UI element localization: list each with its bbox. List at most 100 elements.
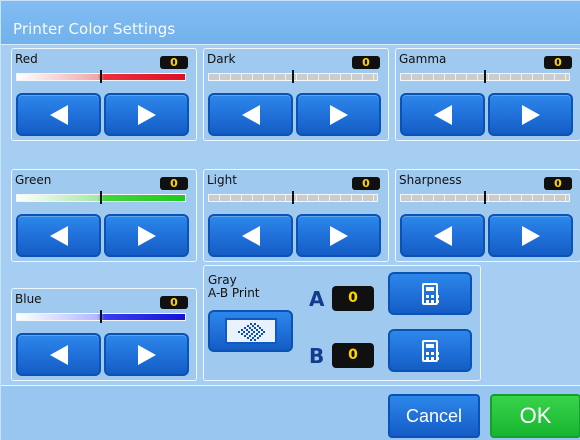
green-value: 0 — [160, 177, 188, 190]
gamma-control-panel: Gamma 0 — [395, 48, 580, 141]
pattern-dot — [257, 331, 260, 333]
blue-label: Blue — [15, 292, 42, 306]
light-control-panel: Light 0 — [203, 169, 389, 262]
dark-slider-thumb[interactable] — [292, 70, 294, 83]
blue-control-panel: Blue 0 — [11, 288, 197, 381]
green-label: Green — [15, 173, 52, 187]
gamma-value: 0 — [544, 56, 572, 69]
sharpness-value: 0 — [544, 177, 572, 190]
calculator-key — [426, 299, 429, 303]
red-value: 0 — [160, 56, 188, 69]
pattern-dot — [260, 333, 263, 335]
gamma-label: Gamma — [399, 52, 447, 66]
red-control-panel: Red 0 — [11, 48, 197, 141]
right-arrow-icon — [521, 104, 540, 125]
calculator-key — [426, 351, 429, 355]
gray-label-line1: Gray — [208, 273, 237, 287]
pattern-dot — [252, 331, 255, 333]
blue-value: 0 — [160, 296, 188, 309]
sharpness-increase-button[interactable] — [488, 214, 573, 257]
calculator-key — [436, 356, 439, 360]
dialog-footer: Cancel OK — [1, 385, 580, 440]
gamma-increase-button[interactable] — [488, 93, 573, 136]
pattern-dot — [237, 331, 240, 333]
pattern-dot — [249, 339, 252, 341]
left-arrow-icon — [49, 104, 68, 125]
pattern-dot — [248, 335, 251, 337]
calculator-key — [431, 351, 434, 355]
pattern-dot — [253, 335, 256, 337]
settings-content: Red 0 Dark 0 Gamma 0 Green 0 Light 0 Sha… — [1, 45, 580, 385]
gray-ab-print-panel: Gray A-B Print A 0 B 0 — [203, 265, 481, 381]
window-title: Printer Color Settings — [13, 20, 176, 38]
ok-button[interactable]: OK — [490, 394, 580, 438]
blue-increase-button[interactable] — [104, 333, 189, 376]
pattern-dot — [242, 331, 245, 333]
left-arrow-icon — [241, 104, 260, 125]
red-increase-button[interactable] — [104, 93, 189, 136]
left-arrow-icon — [241, 225, 260, 246]
cancel-button[interactable]: Cancel — [388, 394, 480, 438]
pattern-dot — [262, 331, 265, 333]
pattern-dot — [243, 335, 246, 337]
calculator-key — [436, 351, 439, 355]
pattern-dot — [253, 339, 256, 341]
a-label: A — [309, 287, 325, 311]
gamma-slider-thumb[interactable] — [484, 70, 486, 83]
gamma-decrease-button[interactable] — [400, 93, 485, 136]
pattern-dot — [256, 337, 259, 339]
printer-color-settings-window: Printer Color Settings Red 0 Dark 0 Gamm… — [0, 0, 580, 440]
gray-ab-print-button[interactable] — [208, 310, 293, 352]
green-control-panel: Green 0 — [11, 169, 197, 262]
gray-label-line2: A-B Print — [208, 286, 260, 300]
sharpness-slider-thumb[interactable] — [484, 191, 486, 204]
calculator-key — [436, 294, 439, 298]
a-calculator-button[interactable] — [388, 272, 472, 315]
calculator-icon — [422, 339, 439, 362]
gray-ab-print-label: Gray A-B Print — [208, 274, 260, 300]
green-decrease-button[interactable] — [16, 214, 101, 257]
pattern-dot — [250, 333, 253, 335]
dark-value: 0 — [352, 56, 380, 69]
right-arrow-icon — [137, 344, 156, 365]
right-arrow-icon — [137, 104, 156, 125]
title-bar: Printer Color Settings — [1, 1, 580, 45]
red-decrease-button[interactable] — [16, 93, 101, 136]
right-arrow-icon — [329, 104, 348, 125]
calculator-key — [431, 294, 434, 298]
light-slider-thumb[interactable] — [292, 191, 294, 204]
calculator-key — [431, 299, 434, 303]
calculator-icon — [422, 282, 439, 305]
a-value: 0 — [332, 286, 374, 311]
pattern-dot — [258, 335, 261, 337]
dot-pattern-icon — [224, 318, 277, 344]
calculator-key — [426, 356, 429, 360]
left-arrow-icon — [49, 225, 68, 246]
calculator-key — [431, 356, 434, 360]
dark-label: Dark — [207, 52, 236, 66]
pattern-dot — [245, 333, 248, 335]
sharpness-control-panel: Sharpness 0 — [395, 169, 580, 262]
light-increase-button[interactable] — [296, 214, 381, 257]
b-calculator-button[interactable] — [388, 329, 472, 372]
light-value: 0 — [352, 177, 380, 190]
blue-slider-thumb[interactable] — [100, 310, 102, 323]
right-arrow-icon — [329, 225, 348, 246]
calculator-key — [436, 299, 439, 303]
sharpness-decrease-button[interactable] — [400, 214, 485, 257]
left-arrow-icon — [433, 104, 452, 125]
red-label: Red — [15, 52, 38, 66]
red-slider-thumb[interactable] — [100, 70, 102, 83]
green-increase-button[interactable] — [104, 214, 189, 257]
green-slider-thumb[interactable] — [100, 191, 102, 204]
pattern-dot — [240, 333, 243, 335]
light-label: Light — [207, 173, 237, 187]
right-arrow-icon — [521, 225, 540, 246]
dark-control-panel: Dark 0 — [203, 48, 389, 141]
blue-decrease-button[interactable] — [16, 333, 101, 376]
calculator-screen — [426, 286, 434, 291]
dark-decrease-button[interactable] — [208, 93, 293, 136]
calculator-screen — [426, 343, 434, 348]
light-decrease-button[interactable] — [208, 214, 293, 257]
dark-increase-button[interactable] — [296, 93, 381, 136]
